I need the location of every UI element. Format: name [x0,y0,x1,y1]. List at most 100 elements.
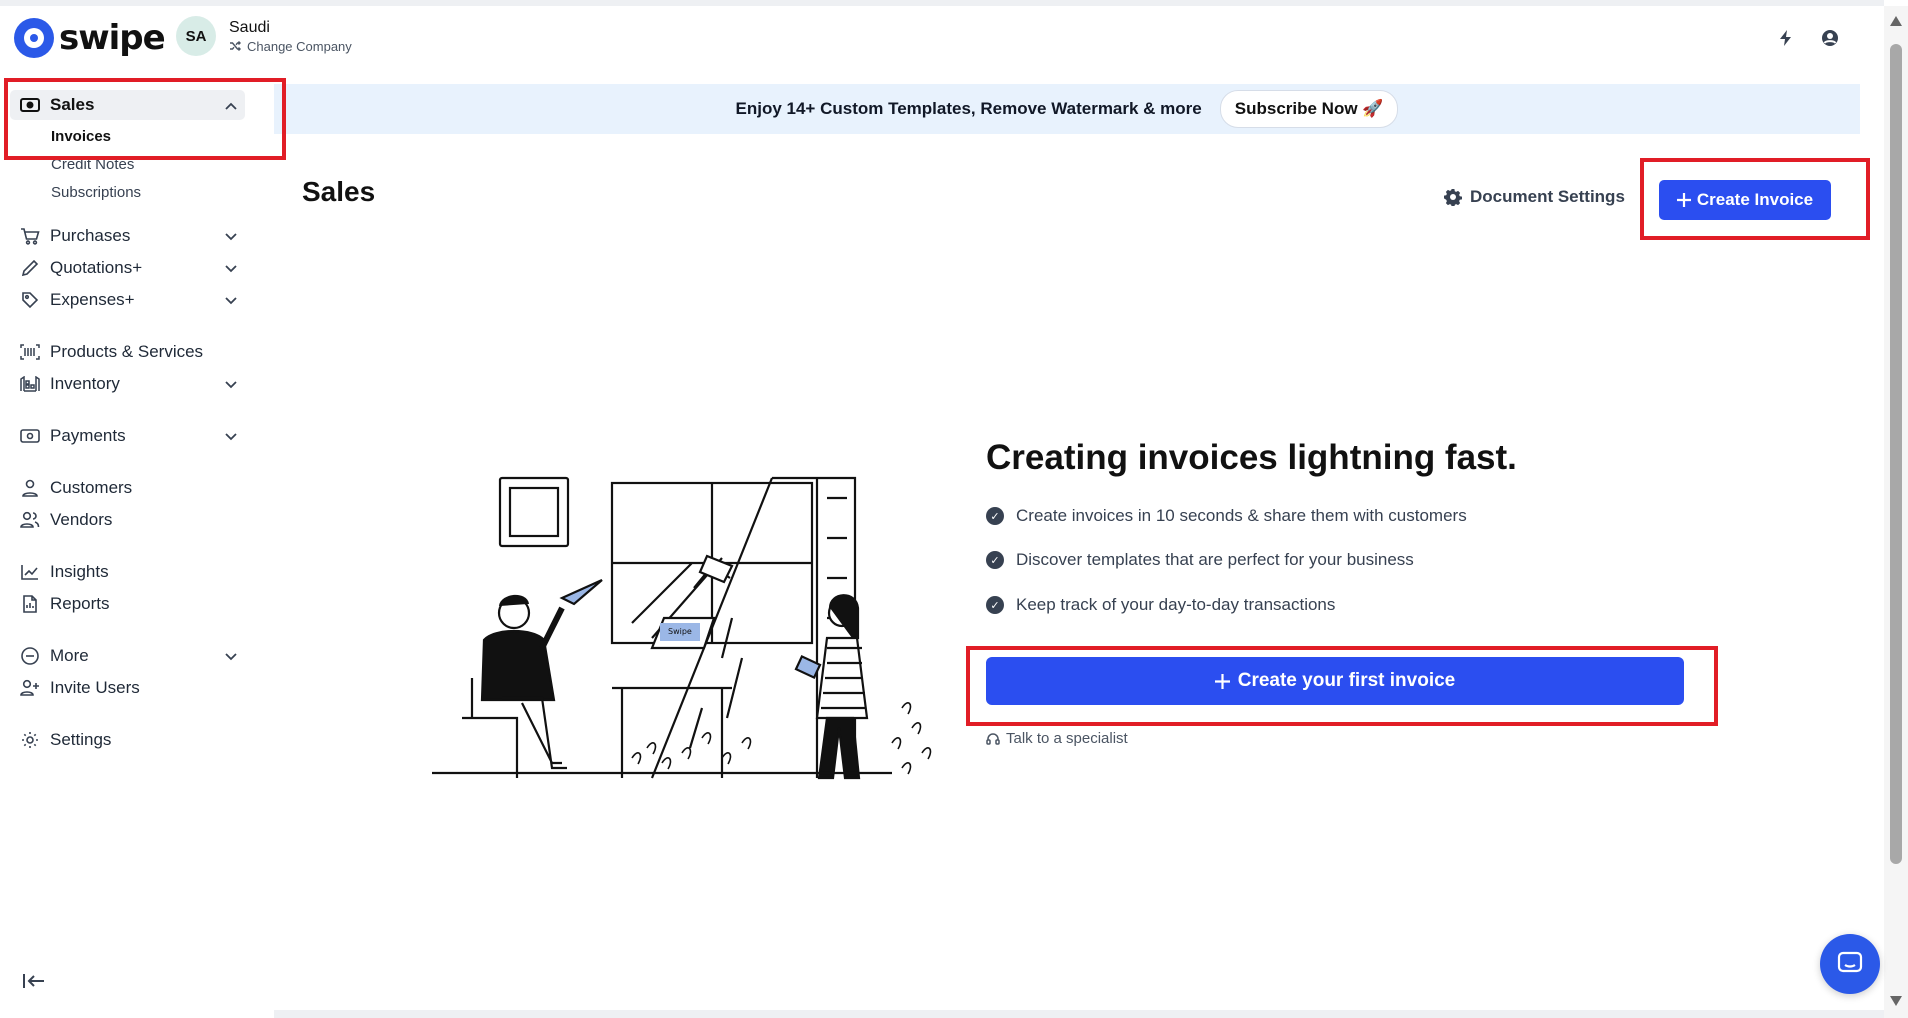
sidebar-item-quotations[interactable]: Quotations+ [20,258,237,278]
laptop-screen-label: Swipe [668,627,692,636]
more-circle-icon [20,646,40,666]
sidebar-item-insights[interactable]: Insights [20,562,109,582]
chevron-down-icon [225,426,237,446]
sidebar-item-label: Quotations+ [50,258,143,277]
company-avatar: SA [176,16,216,56]
check-circle-icon: ✓ [986,596,1004,614]
shuffle-icon [230,41,241,51]
user-account-icon[interactable] [1820,28,1840,48]
subscribe-now-button[interactable]: Subscribe Now 🚀 [1219,90,1399,128]
sidebar-item-more[interactable]: More [20,646,237,666]
swipe-logo[interactable]: swipe [14,18,166,58]
document-settings-label: Document Settings [1470,187,1625,206]
gear-icon [1444,189,1462,206]
document-settings-button[interactable]: Document Settings [1444,187,1625,207]
chevron-down-icon [225,290,237,310]
sidebar-item-inventory[interactable]: Inventory [20,374,237,394]
feature-text: Keep track of your day-to-day transactio… [1016,595,1336,614]
main-area: Enjoy 14+ Custom Templates, Remove Water… [274,68,1860,1018]
talk-to-specialist-link[interactable]: Talk to a specialist [986,730,1128,747]
sidebar-item-label: Reports [50,594,110,613]
change-company-label: Change Company [247,38,352,54]
chart-line-icon [20,562,40,582]
sidebar-item-invite-users[interactable]: Invite Users [20,678,140,698]
check-circle-icon: ✓ [986,551,1004,569]
create-invoice-label: Create Invoice [1696,190,1814,209]
sidebar-item-customers[interactable]: Customers [20,478,132,498]
chat-icon [1837,951,1863,973]
cash-icon [20,426,40,446]
sidebar-item-products-services[interactable]: Products & Services [20,342,203,362]
sidebar-sub-invoices[interactable]: Invoices [51,128,111,145]
pencil-icon [20,258,40,278]
sidebar-item-label: Payments [50,426,126,445]
tag-icon [20,290,40,310]
scroll-up-arrow-icon[interactable] [1890,16,1902,26]
change-company-link[interactable]: Change Company [229,39,352,54]
lightning-icon[interactable] [1776,28,1796,48]
cash-icon [20,95,40,115]
warehouse-icon [20,374,40,394]
chevron-down-icon [225,646,237,666]
promo-banner: Enjoy 14+ Custom Templates, Remove Water… [274,84,1860,134]
sidebar-item-vendors[interactable]: Vendors [20,510,112,530]
chevron-down-icon [225,226,237,246]
sidebar-item-label: Insights [50,562,109,581]
check-circle-icon: ✓ [986,507,1004,525]
sidebar-item-label: Sales [50,95,95,114]
sidebar-item-settings[interactable]: Settings [20,730,111,750]
sidebar-item-label: Expenses+ [50,290,135,309]
sidebar-item-label: Purchases [50,226,131,245]
sidebar-sub-credit-notes[interactable]: Credit Notes [51,156,134,173]
sidebar-item-sales[interactable]: Sales [20,95,237,115]
collapse-sidebar-icon[interactable] [22,973,46,994]
bottom-edge [274,1010,1884,1018]
report-icon [20,594,40,614]
create-first-invoice-label: Create your first invoice [1237,670,1456,691]
hero-title: Creating invoices lightning fast. [986,438,1517,477]
sidebar-sub-subscriptions[interactable]: Subscriptions [51,184,141,201]
gear-icon [20,730,40,750]
company-name: Saudi [229,18,270,36]
talk-to-specialist-label: Talk to a specialist [1006,730,1128,747]
create-first-invoice-button[interactable]: Create your first invoice [986,657,1684,705]
plus-icon [1676,193,1691,207]
barcode-icon [20,342,40,362]
page-title: Sales [302,176,376,207]
sidebar-item-expenses[interactable]: Expenses+ [20,290,237,310]
company-switcher[interactable]: SA Saudi Change Company [176,16,352,56]
chevron-down-icon [225,258,237,278]
user-plus-icon [20,678,40,698]
scroll-down-arrow-icon[interactable] [1890,996,1902,1006]
promo-text: Enjoy 14+ Custom Templates, Remove Water… [735,99,1202,118]
scrollbar-thumb[interactable] [1890,44,1902,864]
feature-text: Discover templates that are perfect for … [1016,550,1414,569]
headset-icon [986,732,1000,745]
sidebar-item-label: Products & Services [50,342,204,361]
content-panel: Enjoy 14+ Custom Templates, Remove Water… [274,68,1860,1018]
sidebar-item-payments[interactable]: Payments [20,426,237,446]
feature-item: ✓ Discover templates that are perfect fo… [986,550,1414,570]
sidebar-item-label: Inventory [50,374,120,393]
feature-item: ✓ Keep track of your day-to-day transact… [986,595,1335,615]
brand-name: swipe [59,18,166,58]
sidebar-item-label: Invite Users [50,678,140,697]
user-icon [20,478,40,498]
sidebar-item-label: Settings [50,730,112,749]
top-bar: swipe SA Saudi Change Company [0,0,1884,68]
office-illustration: Swipe [432,476,932,780]
sidebar: Sales Invoices Credit Notes Subscription… [0,68,274,1018]
chevron-down-icon [225,374,237,394]
plus-icon [1214,673,1230,689]
users-icon [20,510,40,530]
swipe-logo-icon [14,18,54,58]
create-invoice-button[interactable]: Create Invoice [1659,180,1831,220]
cart-icon [20,226,40,246]
vertical-scrollbar[interactable] [1884,6,1908,1018]
sidebar-item-label: More [50,646,89,665]
feature-item: ✓ Create invoices in 10 seconds & share … [986,506,1467,526]
feature-text: Create invoices in 10 seconds & share th… [1016,506,1467,525]
sidebar-item-purchases[interactable]: Purchases [20,226,237,246]
sidebar-item-reports[interactable]: Reports [20,594,110,614]
chat-support-button[interactable] [1820,934,1880,994]
